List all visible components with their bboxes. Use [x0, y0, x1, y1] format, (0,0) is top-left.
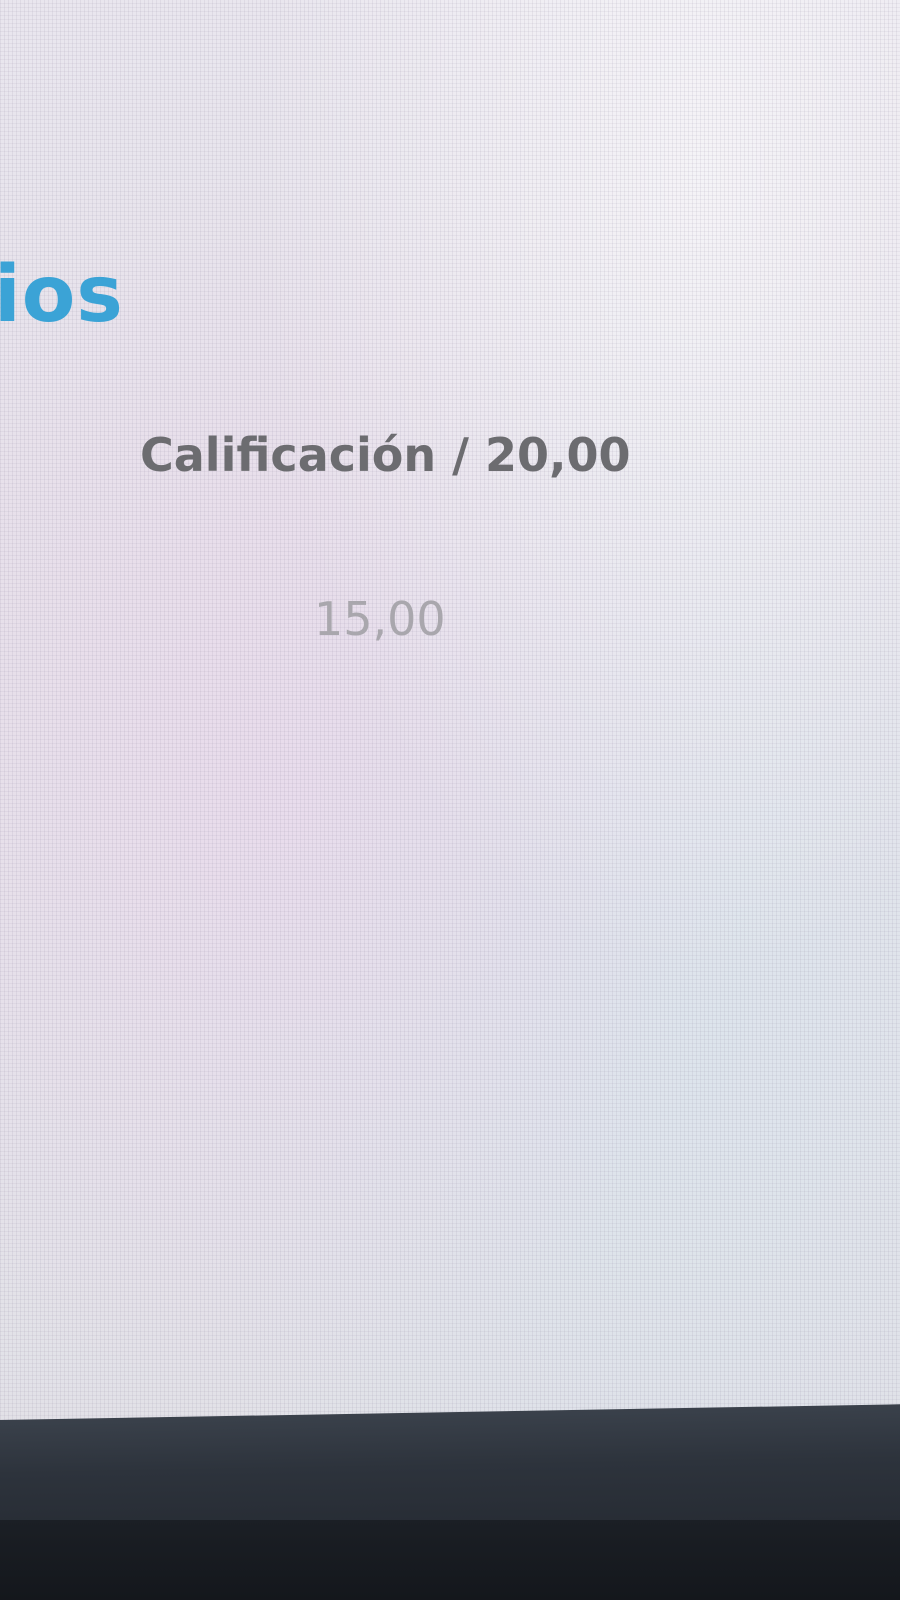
screen-area: ios Calificación / 20,00 15,00	[0, 0, 900, 1440]
monitor-bezel-lower	[0, 1520, 900, 1600]
grade-value: 15,00	[314, 592, 446, 646]
grade-column-header: Calificación / 20,00	[140, 428, 631, 482]
section-heading: ios	[0, 250, 124, 340]
